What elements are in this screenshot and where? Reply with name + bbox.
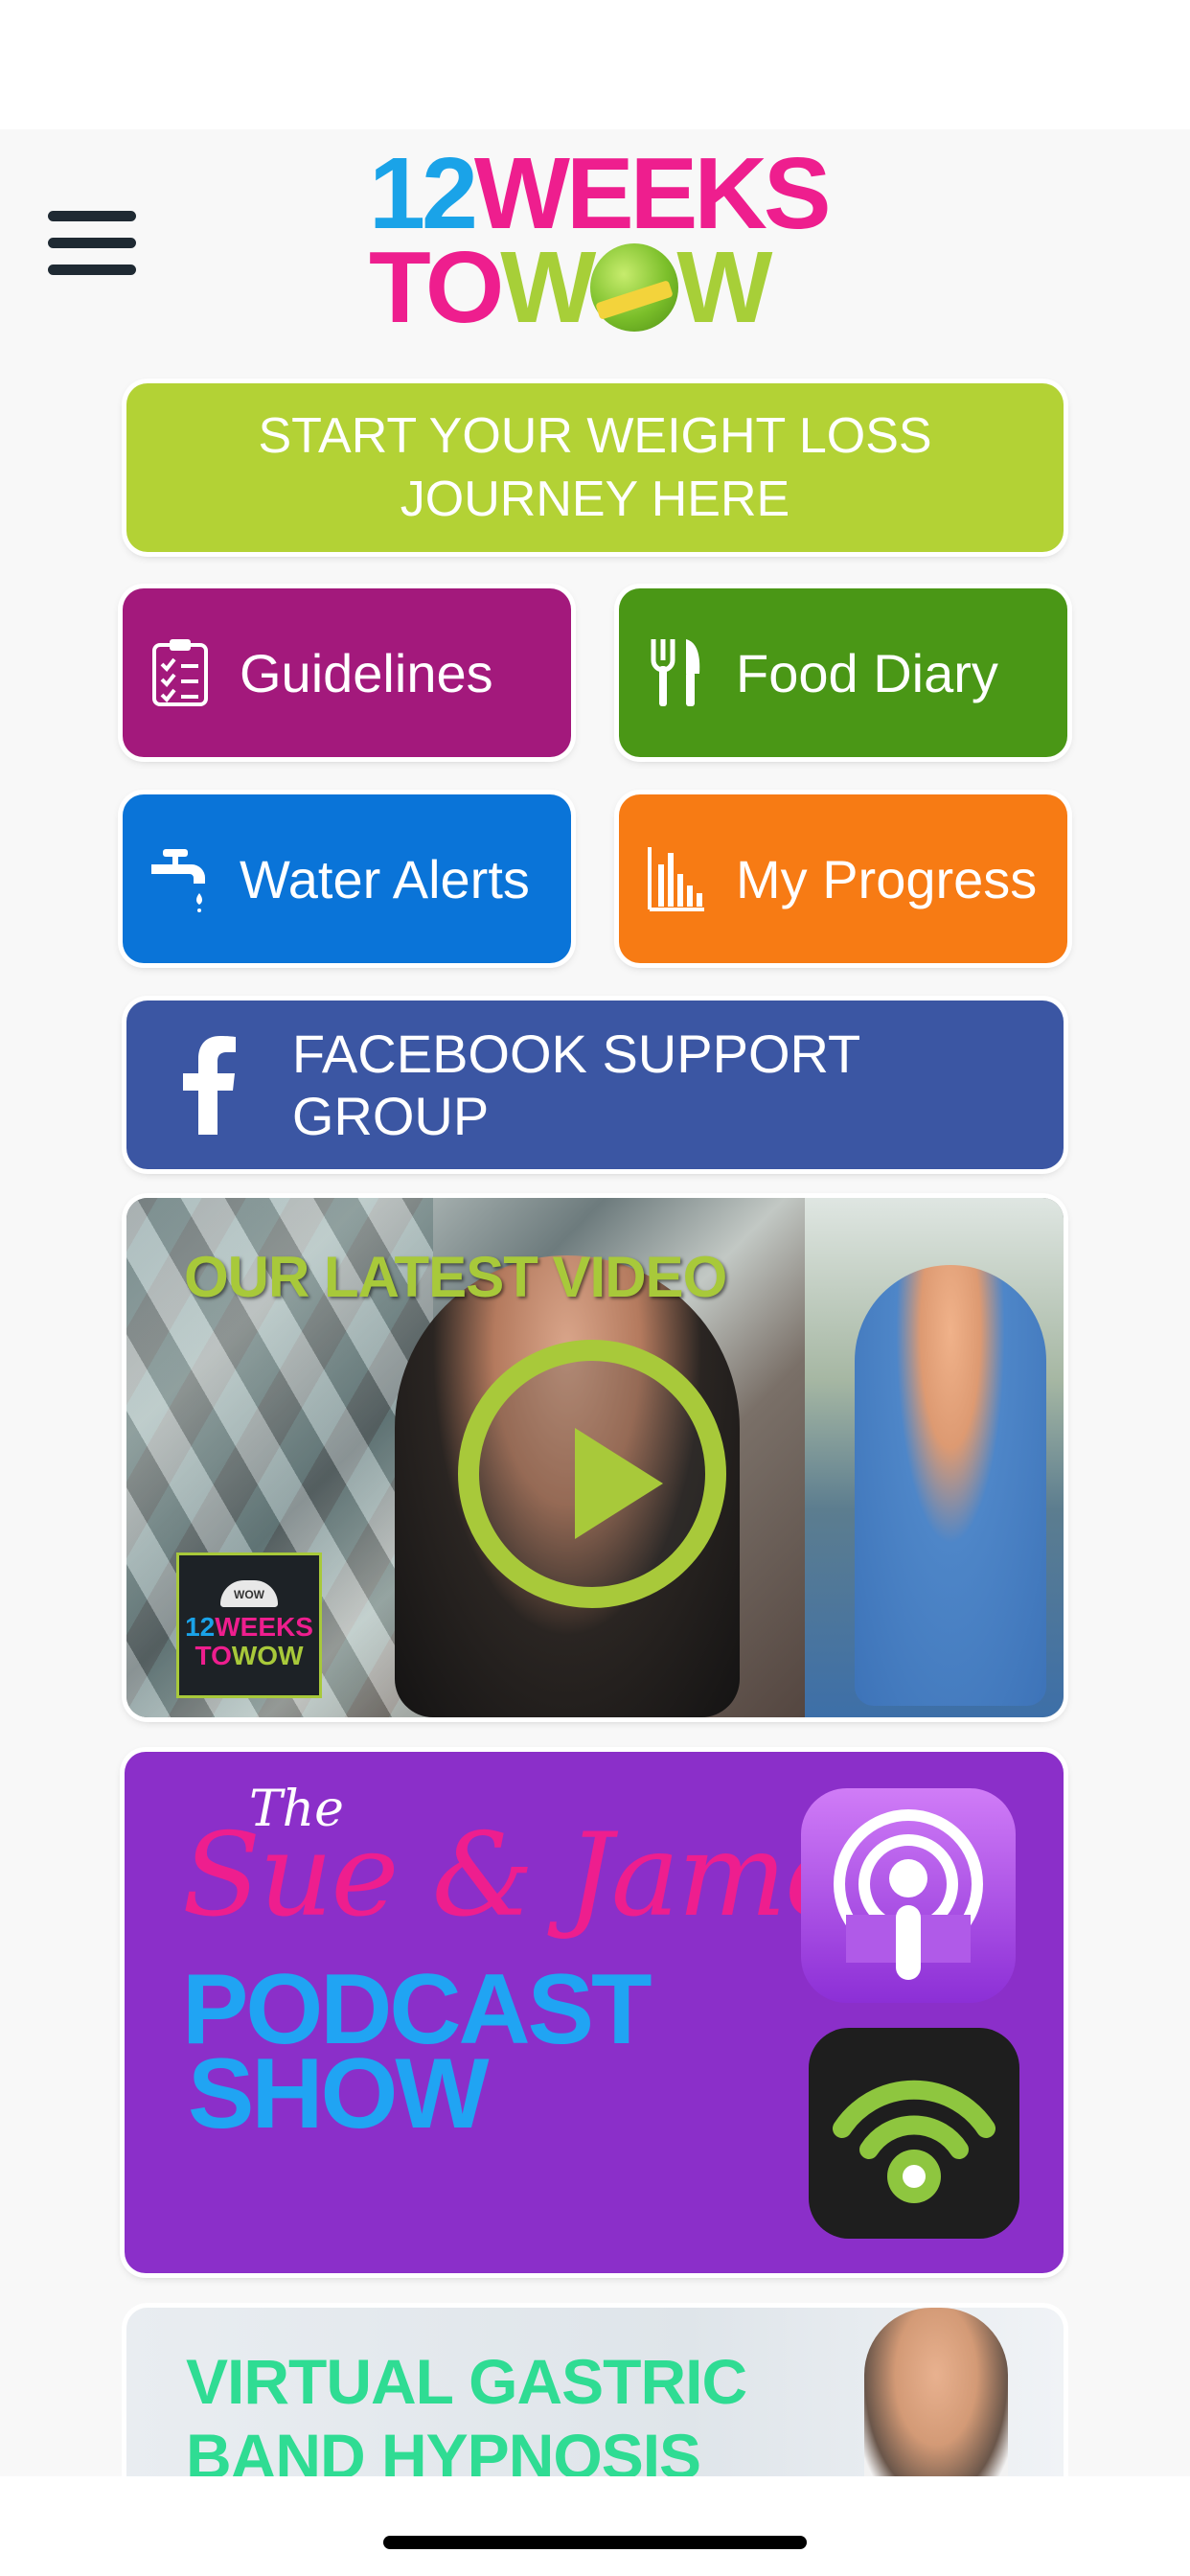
app-header: 12WEEKS TOW W <box>0 129 1190 359</box>
food-diary-label: Food Diary <box>736 642 998 703</box>
status-bar <box>0 0 1190 129</box>
hypnosis-line-1: VIRTUAL GASTRIC <box>186 2346 747 2417</box>
podcast-title-line-2: SHOW <box>188 2038 490 2150</box>
facebook-icon <box>153 1027 267 1142</box>
hypnosis-title: VIRTUAL GASTRIC BAND HYPNOSIS <box>186 2344 747 2476</box>
start-journey-button[interactable]: START YOUR WEIGHT LOSS JOURNEY HERE <box>126 383 1064 552</box>
logo-to: TO <box>369 231 504 344</box>
apple-podcasts-icon[interactable] <box>801 1788 1016 2003</box>
water-alerts-button[interactable]: Water Alerts <box>123 794 571 963</box>
mini-logo-to: TO <box>195 1641 232 1670</box>
play-icon[interactable] <box>458 1340 726 1608</box>
guidelines-label: Guidelines <box>240 642 493 703</box>
scale-icon: WOW <box>220 1580 278 1607</box>
fork-knife-icon <box>640 636 713 709</box>
water-tap-icon <box>144 842 217 915</box>
virtual-gastric-band-card[interactable]: VIRTUAL GASTRIC BAND HYPNOSIS <box>126 2308 1064 2476</box>
facebook-support-group-button[interactable]: FACEBOOK SUPPORT GROUP <box>126 1000 1064 1169</box>
hypnotist-image <box>864 2308 1008 2476</box>
mini-logo-wow: WOW <box>231 1641 304 1670</box>
mini-logo-number: 12 <box>185 1612 216 1642</box>
podcast-show-card[interactable]: Sue & James The PODCAST SHOW <box>125 1752 1064 2273</box>
bottom-safe-area <box>0 2476 1190 2576</box>
clipboard-checklist-icon <box>144 636 217 709</box>
home-indicator[interactable] <box>383 2536 807 2549</box>
video-member-image <box>855 1265 1046 1706</box>
logo-w-1: W <box>500 231 596 344</box>
mini-logo-weeks: WEEKS <box>215 1612 313 1642</box>
podcast-the: The <box>249 1781 344 1838</box>
latest-video-card[interactable]: OUR LATEST VIDEO WOW 12WEEKS TOWOW <box>126 1198 1064 1717</box>
my-progress-button[interactable]: My Progress <box>619 794 1067 963</box>
video-mini-logo: WOW 12WEEKS TOWOW <box>176 1552 322 1698</box>
app-logo: 12WEEKS TOW W <box>369 143 832 338</box>
apple-tape-icon <box>590 243 679 332</box>
podcast-wifi-icon[interactable] <box>809 2028 1019 2239</box>
start-journey-label: START YOUR WEIGHT LOSS JOURNEY HERE <box>258 408 932 527</box>
bar-chart-icon <box>640 842 713 915</box>
hamburger-menu-icon[interactable] <box>48 211 136 276</box>
guidelines-button[interactable]: Guidelines <box>123 588 571 757</box>
logo-line-1: 12WEEKS <box>369 143 832 244</box>
video-title: OUR LATEST VIDEO <box>184 1245 727 1309</box>
facebook-support-label: FACEBOOK SUPPORT GROUP <box>291 1024 860 1146</box>
food-diary-button[interactable]: Food Diary <box>619 588 1067 757</box>
logo-w-2: W <box>676 231 772 344</box>
hypnosis-line-2: BAND HYPNOSIS <box>186 2421 701 2476</box>
logo-line-2: TOW W <box>369 237 819 338</box>
my-progress-label: My Progress <box>736 848 1038 909</box>
water-alerts-label: Water Alerts <box>240 848 530 909</box>
